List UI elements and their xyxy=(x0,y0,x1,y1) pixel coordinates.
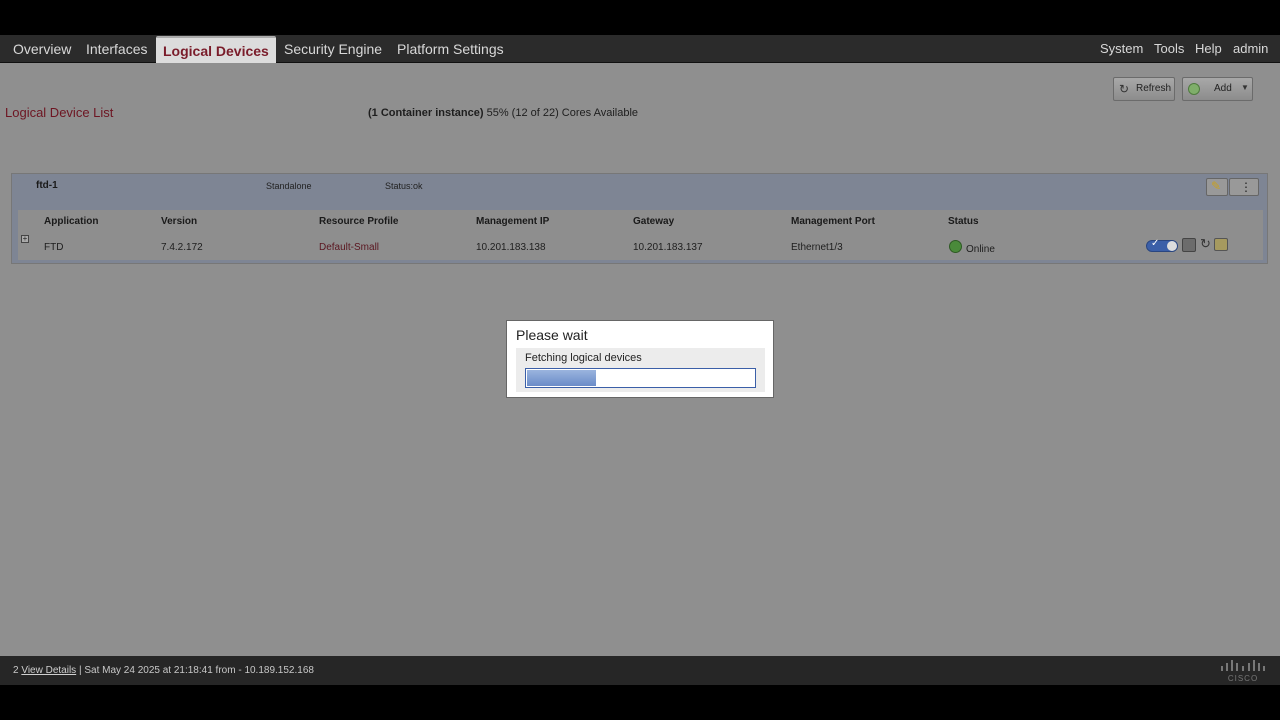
col-management-port: Management Port xyxy=(791,216,875,227)
cell-resource-profile[interactable]: Default-Small xyxy=(319,242,379,253)
col-status: Status xyxy=(948,216,979,227)
cell-status: Online xyxy=(966,244,995,255)
reload-icon[interactable]: ↻ xyxy=(1200,236,1211,252)
menu-admin[interactable]: admin xyxy=(1233,35,1268,63)
edit-button[interactable]: ✎ xyxy=(1206,178,1228,196)
col-resource-profile: Resource Profile xyxy=(319,216,399,227)
chevron-down-icon: ▼ xyxy=(1241,83,1249,92)
cell-gateway: 10.201.183.137 xyxy=(633,242,703,253)
view-details-link[interactable]: View Details xyxy=(21,665,76,676)
tab-platform-settings[interactable]: Platform Settings xyxy=(390,35,511,63)
tab-overview[interactable]: Overview xyxy=(6,35,78,63)
dialog-title: Please wait xyxy=(516,327,588,343)
status-footer: 2 View Details | Sat May 24 2025 at 21:1… xyxy=(0,656,1280,685)
dialog-body: Fetching logical devices xyxy=(516,348,765,392)
progress-bar xyxy=(525,368,756,388)
more-options-button[interactable]: ⋮ xyxy=(1229,178,1259,196)
refresh-icon: ↻ xyxy=(1119,82,1130,96)
tab-logical-devices[interactable]: Logical Devices xyxy=(156,36,276,63)
toggle-knob xyxy=(1167,241,1177,251)
tab-interfaces[interactable]: Interfaces xyxy=(79,35,154,63)
refresh-label: Refresh xyxy=(1136,83,1172,94)
progress-fill xyxy=(527,370,596,386)
col-version: Version xyxy=(161,216,198,227)
cell-version: 7.4.2.172 xyxy=(161,242,203,253)
device-status: Status:ok xyxy=(385,181,423,191)
add-button[interactable]: Add ▼ xyxy=(1182,77,1253,101)
menu-tools[interactable]: Tools xyxy=(1154,35,1184,63)
add-label: Add xyxy=(1214,83,1232,94)
refresh-button[interactable]: ↻ Refresh xyxy=(1113,77,1175,101)
bottom-black-bar xyxy=(0,685,1280,720)
cores-summary: (1 Container instance) 55% (12 of 22) Co… xyxy=(368,107,638,119)
add-icon xyxy=(1188,83,1200,95)
page-title: Logical Device List xyxy=(5,105,114,120)
svg-text:CISCO: CISCO xyxy=(1228,674,1258,683)
device-name: ftd-1 xyxy=(36,180,58,191)
export-icon[interactable] xyxy=(1214,238,1228,251)
device-panel: ftd-1 Standalone Status:ok ✎ ⋮ Applicati… xyxy=(11,173,1268,264)
device-header: ftd-1 Standalone Status:ok ✎ ⋮ xyxy=(12,174,1267,210)
check-icon: ✓ xyxy=(1151,238,1160,249)
online-status-icon xyxy=(949,240,962,253)
menu-system[interactable]: System xyxy=(1100,35,1143,63)
settings-icon[interactable] xyxy=(1182,238,1196,252)
cell-management-ip: 10.201.183.138 xyxy=(476,242,546,253)
cisco-logo: CISCO xyxy=(1221,660,1265,683)
expand-row-icon[interactable]: + xyxy=(21,235,29,243)
please-wait-dialog: Please wait Fetching logical devices xyxy=(506,320,774,398)
device-app-table: Application Version Resource Profile Man… xyxy=(18,210,1263,260)
menu-help[interactable]: Help xyxy=(1195,35,1222,63)
kebab-menu-icon: ⋮ xyxy=(1240,180,1252,194)
notification-count: 2 xyxy=(13,665,19,676)
enable-toggle[interactable]: ✓ xyxy=(1146,238,1178,252)
last-login-text: | Sat May 24 2025 at 21:18:41 from - 10.… xyxy=(78,665,314,676)
cell-application: FTD xyxy=(44,242,64,253)
col-application: Application xyxy=(44,216,99,227)
container-instance-count: (1 Container instance) xyxy=(368,107,484,119)
col-management-ip: Management IP xyxy=(476,216,550,227)
cores-available: 55% (12 of 22) Cores Available xyxy=(486,107,639,119)
tab-security-engine[interactable]: Security Engine xyxy=(277,35,389,63)
main-navbar: Overview Interfaces Logical Devices Secu… xyxy=(0,35,1280,63)
top-black-bar xyxy=(0,0,1280,35)
dialog-message: Fetching logical devices xyxy=(525,352,642,364)
pencil-icon: ✎ xyxy=(1211,179,1222,193)
col-gateway: Gateway xyxy=(633,216,675,227)
cell-management-port: Ethernet1/3 xyxy=(791,242,843,253)
device-mode: Standalone xyxy=(266,181,312,191)
